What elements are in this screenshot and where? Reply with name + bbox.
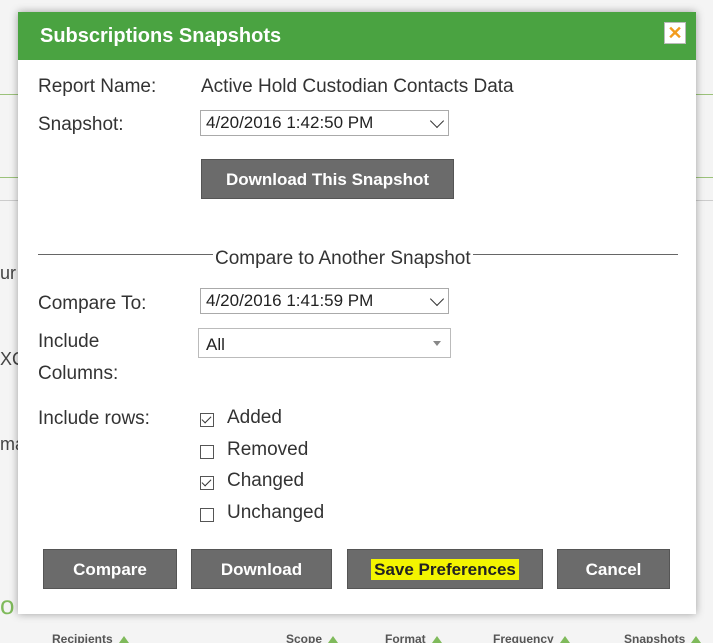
dialog-title: Subscriptions Snapshots [40,25,282,47]
snapshot-label: Snapshot: [38,114,124,135]
checkmark-icon [201,476,212,487]
checkbox-label: Changed [227,470,305,491]
include-columns-select-value: All [206,335,225,354]
chevron-down-icon [429,291,445,307]
compare-to-select-value: 4/20/2016 1:41:59 PM [206,291,374,310]
report-name-value: Active Hold Custodian Contacts Data [201,76,514,97]
column-header-frequency[interactable]: Frequency [493,632,570,643]
compare-to-label: Compare To: [38,293,147,314]
compare-section-title: Compare to Another Snapshot [213,248,473,270]
sort-icon [431,636,442,643]
checkbox-added[interactable] [200,413,214,427]
save-preferences-label: Save Preferences [371,559,519,580]
background-green-fragment: o [0,590,15,620]
snapshot-select[interactable]: 4/20/2016 1:42:50 PM [200,110,449,136]
checkbox-changed[interactable] [200,476,214,490]
dropdown-arrow-icon [433,341,441,346]
background-text-fragment: ur [0,263,17,283]
chevron-down-icon [429,113,445,129]
subscriptions-snapshots-dialog: Subscriptions Snapshots ✕ Report Name: A… [18,12,696,614]
checkbox-unchanged[interactable] [200,508,214,522]
include-columns-label: Columns: [38,363,119,384]
column-header-scope[interactable]: Scope [286,632,339,643]
column-header-recipients[interactable]: Recipients [52,632,129,643]
include-columns-label: Include [38,331,100,352]
compare-to-select[interactable]: 4/20/2016 1:41:59 PM [200,288,449,314]
include-columns-select[interactable]: All [198,328,451,358]
sort-icon [559,636,570,643]
dialog-header: Subscriptions Snapshots ✕ [18,12,696,60]
close-icon[interactable]: ✕ [664,22,686,44]
sort-icon [118,636,129,643]
snapshot-select-value: 4/20/2016 1:42:50 PM [206,113,374,132]
download-button[interactable]: Download [191,549,332,589]
download-this-snapshot-button[interactable]: Download This Snapshot [201,159,454,199]
column-header-snapshots[interactable]: Snapshots [624,632,702,643]
cancel-button[interactable]: Cancel [557,549,670,589]
checkbox-label: Added [227,407,282,428]
checkmark-icon [201,413,212,424]
column-header-format[interactable]: Format [385,632,442,643]
background-table-header: Recipients Scope Format Frequency Snapsh… [0,632,713,643]
checkbox-label: Unchanged [227,502,325,523]
save-preferences-button[interactable]: Save Preferences [347,549,543,589]
sort-icon [691,636,702,643]
compare-button[interactable]: Compare [43,549,177,589]
report-name-label: Report Name: [38,76,157,97]
checkbox-removed[interactable] [200,445,214,459]
checkbox-label: Removed [227,439,309,460]
sort-icon [328,636,339,643]
include-rows-label: Include rows: [38,408,150,429]
